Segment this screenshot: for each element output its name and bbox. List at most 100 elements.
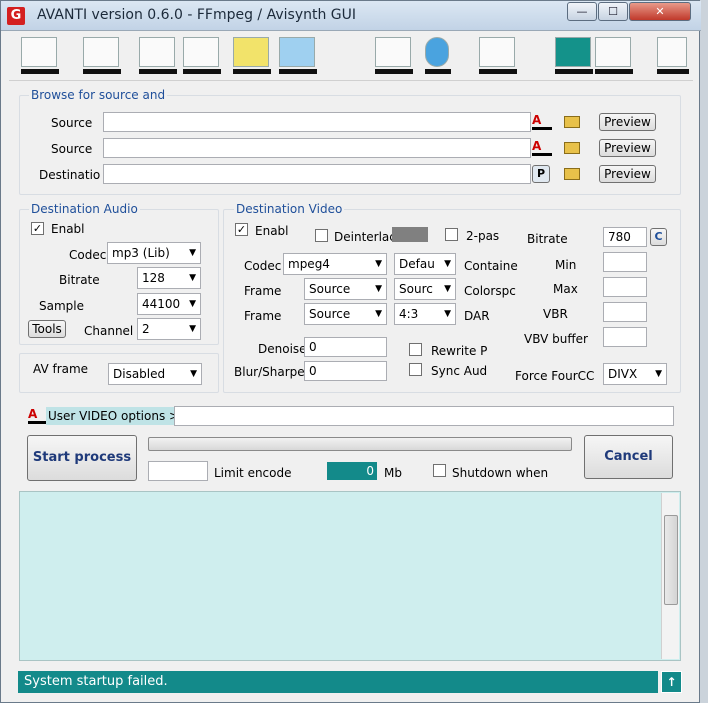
close-button[interactable]: ✕	[629, 2, 691, 21]
log-scrollbar[interactable]	[661, 493, 679, 659]
filmstrip-123-icon[interactable]	[233, 37, 271, 74]
clipboard-icon[interactable]	[183, 37, 221, 74]
limit-mb-value[interactable]: 0	[327, 462, 377, 480]
force-fourcc-value: DIVX	[608, 367, 638, 381]
video-group-label: Destination Video	[234, 202, 345, 216]
rewrite-label: Rewrite P	[431, 344, 488, 358]
minimize-button[interactable]: —	[567, 2, 597, 21]
video-enable-checkbox[interactable]: ✓	[235, 223, 248, 236]
bitrate-calc-button[interactable]: C	[650, 228, 667, 246]
source2-label: Source	[51, 142, 93, 156]
vbv-buffer-input[interactable]	[603, 327, 647, 347]
search-icon[interactable]	[83, 37, 121, 74]
video-enable-label: Enabl	[255, 224, 289, 238]
source1-font-icon[interactable]: A	[532, 113, 552, 130]
denoise-input[interactable]: 0	[304, 337, 387, 357]
source1-preview-button[interactable]: Preview	[599, 113, 656, 131]
audio-bitrate-label: Bitrate	[59, 273, 100, 287]
help-icon[interactable]	[479, 37, 517, 74]
blur-sharpen-input[interactable]: 0	[304, 361, 387, 381]
audio-sample-select[interactable]: 44100 ▼	[137, 293, 201, 315]
twopass-checkbox[interactable]	[445, 228, 458, 241]
video-default-select[interactable]: Defau ▼	[394, 253, 456, 275]
chevron-down-icon: ▼	[375, 284, 382, 294]
deinterlace-checkbox[interactable]	[315, 229, 328, 242]
force-fourcc-select[interactable]: DIVX ▼	[603, 363, 667, 385]
sync-audio-checkbox[interactable]	[409, 363, 422, 376]
destination-input[interactable]	[103, 164, 531, 184]
frame1-value: Source	[309, 282, 351, 296]
rewrite-checkbox[interactable]	[409, 343, 422, 356]
avframe-value: Disabled	[113, 367, 166, 381]
chevron-down-icon: ▼	[189, 299, 196, 309]
open-file-icon[interactable]	[21, 37, 59, 74]
source1-folder-icon[interactable]	[564, 116, 580, 128]
blur-sharpen-label: Blur/Sharpe	[234, 365, 305, 379]
font-icon[interactable]	[657, 37, 689, 74]
deinterlace-label: Deinterlac	[334, 230, 396, 244]
audio-codec-select[interactable]: mp3 (Lib) ▼	[107, 242, 201, 264]
source1-input[interactable]	[103, 112, 531, 132]
user-video-options-input[interactable]	[174, 406, 674, 426]
source2-folder-icon[interactable]	[564, 142, 580, 154]
browse-group-label: Browse for source and	[29, 88, 168, 102]
limit-encode-input[interactable]	[148, 461, 208, 481]
max-label: Max	[553, 282, 578, 296]
destination-preview-button[interactable]: Preview	[599, 165, 656, 183]
undo-icon[interactable]	[425, 37, 451, 74]
upload-icon[interactable]	[555, 37, 593, 74]
vbv-buffer-label: VBV buffer	[524, 332, 588, 346]
destination-label: Destinatio	[39, 168, 101, 182]
folder-icon[interactable]	[375, 37, 413, 74]
source2-font-icon[interactable]: A	[532, 139, 552, 156]
source1-label: Source	[51, 116, 93, 130]
max-input[interactable]	[603, 277, 647, 297]
waveform-icon[interactable]	[279, 37, 317, 74]
frame2-value: Source	[309, 307, 351, 321]
start-process-button[interactable]: Start process	[27, 435, 137, 481]
audio-codec-value: mp3 (Lib)	[112, 246, 170, 260]
frame1b-select[interactable]: Sourc ▼	[394, 278, 456, 300]
user-video-options-label[interactable]: User VIDEO options >	[46, 407, 184, 425]
user-options-font-icon[interactable]: A	[28, 407, 48, 424]
destination-folder-icon[interactable]	[564, 168, 580, 180]
chevron-down-icon: ▼	[189, 248, 196, 258]
audio-enable-checkbox[interactable]: ✓	[31, 222, 44, 235]
source2-input[interactable]	[103, 138, 531, 158]
audio-channel-select[interactable]: 2 ▼	[137, 318, 201, 340]
chevron-down-icon: ▼	[444, 309, 451, 319]
shutdown-label: Shutdown when	[452, 466, 549, 480]
min-input[interactable]	[603, 252, 647, 272]
shutdown-checkbox[interactable]	[433, 464, 446, 477]
audio-bitrate-select[interactable]: 128 ▼	[137, 267, 201, 289]
window-title: AVANTI version 0.6.0 - FFmpeg / Avisynth…	[37, 7, 357, 23]
frame1-select[interactable]: Source ▼	[304, 278, 387, 300]
maximize-button[interactable]: ☐	[598, 2, 628, 21]
source2-preview-button[interactable]: Preview	[599, 139, 656, 157]
avframe-select[interactable]: Disabled ▼	[108, 363, 202, 385]
destination-p-button[interactable]: P	[532, 165, 550, 183]
vbr-input[interactable]	[603, 302, 647, 322]
frame2-select[interactable]: Source ▼	[304, 303, 387, 325]
cancel-button[interactable]: Cancel	[584, 435, 673, 479]
aspect-select[interactable]: 4:3 ▼	[394, 303, 456, 325]
app-icon: G	[7, 7, 25, 25]
scroll-up-icon[interactable]: ↑	[661, 671, 682, 693]
aspect-value: 4:3	[399, 307, 419, 321]
frame1b-value: Sourc	[399, 282, 433, 296]
edit-script-icon[interactable]	[139, 37, 177, 74]
vbr-label: VBR	[543, 307, 568, 321]
deinterlace-color-swatch[interactable]	[392, 227, 428, 242]
audio-sample-value: 44100	[142, 297, 181, 311]
grid-window-icon[interactable]	[595, 37, 633, 74]
scrollbar-thumb[interactable]	[664, 515, 678, 605]
audio-codec-label: Codec	[69, 248, 107, 262]
frame1-label: Frame	[244, 284, 282, 298]
video-codec-select[interactable]: mpeg4 ▼	[283, 253, 387, 275]
video-bitrate-input[interactable]: 780	[603, 227, 647, 247]
log-area[interactable]	[19, 491, 681, 661]
video-default-value: Defau	[399, 257, 435, 271]
min-label: Min	[555, 258, 577, 272]
tools-button[interactable]: Tools	[28, 320, 66, 338]
video-codec-value: mpeg4	[288, 257, 330, 271]
